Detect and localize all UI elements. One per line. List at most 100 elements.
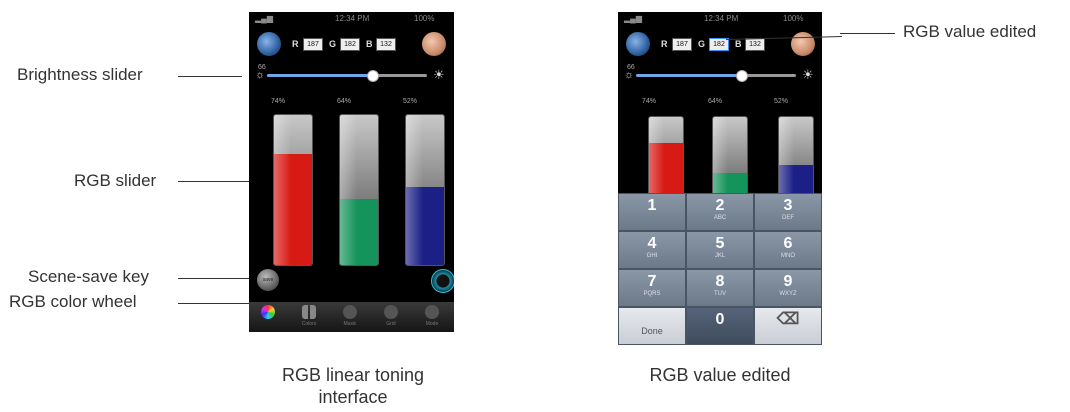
key-7[interactable]: 7 PQRS xyxy=(618,269,686,307)
done-key[interactable]: Done xyxy=(618,307,686,345)
phone-left: ▂▄▆ 12:34 PM 100% R 187 G 182 B 132 ☼ 66… xyxy=(249,12,454,332)
slider-pct-blue: 52% xyxy=(773,98,788,105)
key-2[interactable]: 2 ABC xyxy=(686,193,754,231)
caption-left: RGB linear toning interface xyxy=(238,364,468,408)
tab-bar: Colors Music Grid Mode xyxy=(249,302,454,332)
status-battery: 100% xyxy=(414,14,435,23)
tab-colors[interactable]: Colors xyxy=(292,305,326,327)
label-b: B xyxy=(735,39,742,49)
label-b: B xyxy=(366,39,373,49)
brightness-track[interactable] xyxy=(267,74,427,77)
status-bar: ▂▄▆ 12:34 PM 100% xyxy=(618,12,822,26)
color-preview-icon[interactable] xyxy=(626,32,650,56)
status-bar: ▂▄▆ 12:34 PM 100% xyxy=(249,12,454,26)
tab-grid-label: Grid xyxy=(386,321,396,327)
key-6[interactable]: 6 MNO xyxy=(754,231,822,269)
label-g: G xyxy=(698,39,706,49)
signal-icon: ▂▄▆ xyxy=(624,14,642,23)
key-sublabel: PQRS xyxy=(643,291,661,297)
key-label: 3 xyxy=(783,197,793,214)
color-wheel-button[interactable] xyxy=(431,269,454,293)
color-preview-icon[interactable] xyxy=(257,32,281,56)
status-time: 12:34 PM xyxy=(704,14,739,23)
key-sublabel: ABC xyxy=(713,215,727,221)
settings-icon xyxy=(384,305,398,319)
key-label: 2 xyxy=(715,197,725,214)
b-value-field[interactable]: 132 xyxy=(376,38,396,51)
brightness-label: 66 xyxy=(258,64,266,71)
green-slider[interactable] xyxy=(339,114,379,266)
profile-avatar[interactable] xyxy=(422,32,446,56)
tab-music[interactable]: Music xyxy=(333,305,367,327)
tab-music-label: Music xyxy=(343,321,357,327)
key-3[interactable]: 3 DEF xyxy=(754,193,822,231)
brightness-low-icon: ☼ xyxy=(624,69,635,81)
label-r: R xyxy=(292,39,299,49)
key-label: ⌫ xyxy=(776,311,800,328)
leader-rgb-value-edited xyxy=(840,33,895,34)
key-label: 1 xyxy=(647,197,657,214)
key-5[interactable]: 5 JKL xyxy=(686,231,754,269)
b-value-field[interactable]: 132 xyxy=(745,38,765,51)
brightness-low-icon: ☼ xyxy=(255,69,266,81)
callout-brightness-slider: Brightness slider xyxy=(17,65,143,84)
key-label: 6 xyxy=(783,235,793,252)
brightness-knob[interactable] xyxy=(735,70,748,82)
tab-mode[interactable]: Mode xyxy=(415,305,449,327)
key-sublabel: WXYZ xyxy=(779,291,797,297)
slider-pct-green: 64% xyxy=(707,98,722,105)
key-sublabel: GHI xyxy=(646,253,658,259)
slider-pct-green: 64% xyxy=(336,98,351,105)
status-time: 12:34 PM xyxy=(335,14,370,23)
slider-pct-blue: 52% xyxy=(402,98,417,105)
backspace-key[interactable]: ⌫ xyxy=(754,307,822,345)
callout-rgb-color-wheel: RGB color wheel xyxy=(9,292,137,311)
tab-grid[interactable]: Grid xyxy=(374,305,408,327)
key-0[interactable]: 0 xyxy=(686,307,754,345)
key-9[interactable]: 9 WXYZ xyxy=(754,269,822,307)
caption-right: RGB value edited xyxy=(649,365,791,385)
key-label: 9 xyxy=(783,273,793,290)
mode-icon xyxy=(425,305,439,319)
brightness-label: 66 xyxy=(627,64,635,71)
tab-mode-label: Mode xyxy=(425,321,439,327)
numeric-keypad: 1 2 ABC 3 DEF 4 GHI 5 JKL 6 MNO 7 PQRS 8 TUV 9 WXYZ Done 0… xyxy=(618,193,822,345)
caption-left-line1: RGB linear toning xyxy=(281,365,425,385)
key-label: 7 xyxy=(647,273,657,290)
caption-left-line2: interface xyxy=(318,387,388,407)
key-label: Done xyxy=(641,326,663,336)
slider-pct-red: 74% xyxy=(641,98,656,105)
key-4[interactable]: 4 GHI xyxy=(618,231,686,269)
key-label: 0 xyxy=(715,311,725,328)
key-8[interactable]: 8 TUV xyxy=(686,269,754,307)
key-sublabel: MNO xyxy=(781,253,795,259)
signal-icon: ▂▄▆ xyxy=(255,14,273,23)
key-sublabel: JKL xyxy=(714,253,726,259)
key-label: 5 xyxy=(715,235,725,252)
callout-rgb-value-edited: RGB value edited xyxy=(903,22,1037,41)
r-value-field[interactable]: 187 xyxy=(303,38,323,51)
blue-slider[interactable] xyxy=(405,114,445,266)
red-slider[interactable] xyxy=(273,114,313,266)
leader-scene-save xyxy=(178,278,254,279)
key-1[interactable]: 1 xyxy=(618,193,686,231)
r-value-field[interactable]: 187 xyxy=(672,38,692,51)
music-icon xyxy=(343,305,357,319)
brightness-knob[interactable] xyxy=(366,70,379,82)
key-sublabel: DEF xyxy=(782,215,794,221)
tab-colors-label: Colors xyxy=(301,321,317,327)
slider-pct-red: 74% xyxy=(270,98,285,105)
tab-color-wheel[interactable] xyxy=(251,305,285,319)
callout-scene-save-key: Scene-save key xyxy=(28,267,149,286)
scene-save-button[interactable]: save xyxy=(257,269,279,291)
label-g: G xyxy=(329,39,337,49)
brightness-high-icon: ☀ xyxy=(802,67,814,82)
phone-right: ▂▄▆ 12:34 PM 100% R 187 G 182 B 132 ☼ 66… xyxy=(618,12,822,345)
brightness-track[interactable] xyxy=(636,74,796,77)
status-battery: 100% xyxy=(783,14,804,23)
callout-rgb-slider: RGB slider xyxy=(74,171,157,190)
profile-avatar[interactable] xyxy=(791,32,815,56)
key-label: 8 xyxy=(715,273,725,290)
g-value-field[interactable]: 182 xyxy=(340,38,360,51)
key-sublabel: TUV xyxy=(714,291,726,297)
